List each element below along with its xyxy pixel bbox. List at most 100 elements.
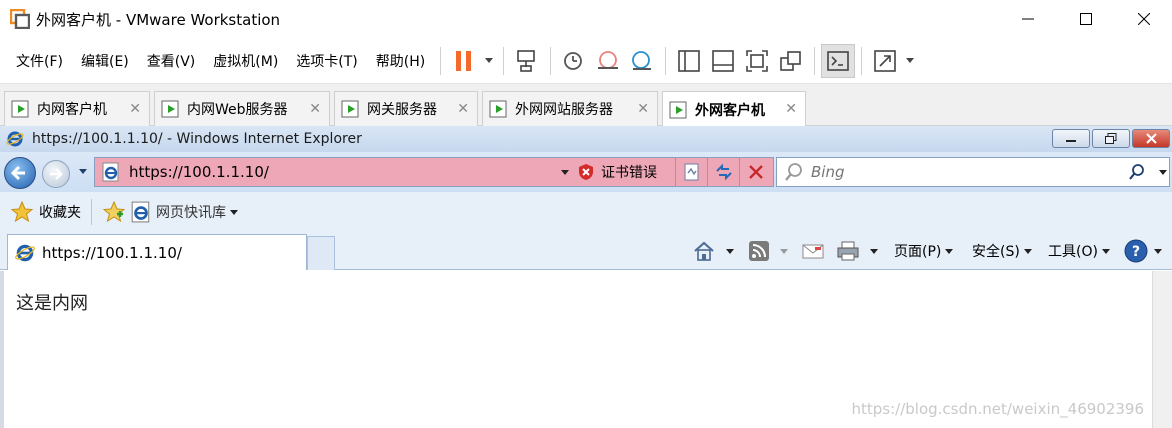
read-mail-button[interactable] xyxy=(802,238,824,264)
thumbnail-bar-button[interactable] xyxy=(706,44,740,78)
toolbar-separator xyxy=(861,46,863,75)
toolbar-separator xyxy=(814,46,816,75)
add-to-favorites-icon[interactable] xyxy=(102,200,126,224)
ie-restore-button[interactable] xyxy=(1092,129,1130,148)
sidebar-layout-icon xyxy=(678,49,701,72)
vm-running-icon xyxy=(341,100,359,118)
console-view-button[interactable] xyxy=(821,43,856,78)
forward-arrow-icon xyxy=(50,168,63,180)
menu-view[interactable]: 查看(V) xyxy=(138,51,205,71)
ie-tab-current[interactable]: https://100.1.1.10/ xyxy=(7,234,307,270)
feeds-button[interactable] xyxy=(748,238,792,264)
favorites-separator xyxy=(91,199,92,225)
search-go-icon[interactable] xyxy=(1127,162,1147,182)
full-screen-button[interactable] xyxy=(740,44,774,78)
help-dropdown-icon[interactable] xyxy=(1154,248,1162,254)
home-dropdown-icon[interactable] xyxy=(726,248,734,254)
printer-icon xyxy=(837,241,859,261)
refresh-button[interactable] xyxy=(707,158,739,186)
vm-tab-extranet-web-server[interactable]: 外网网站服务器 ✕ xyxy=(482,91,658,126)
page-menu-button[interactable]: 页面(P) xyxy=(894,238,957,264)
tools-menu-button[interactable]: 工具(O) xyxy=(1048,238,1114,264)
new-tab-button[interactable] xyxy=(307,236,335,270)
close-icon xyxy=(1138,13,1150,25)
stretch-dropdown-icon[interactable] xyxy=(906,58,915,63)
vm-running-icon xyxy=(11,100,29,118)
search-provider-dropdown-icon[interactable] xyxy=(1159,170,1167,175)
toolbar-separator xyxy=(503,46,505,75)
mail-envelope-icon xyxy=(802,244,824,259)
show-library-button[interactable] xyxy=(672,44,706,78)
search-input[interactable] xyxy=(811,163,1111,181)
feeds-dropdown-icon[interactable] xyxy=(780,248,788,254)
home-button[interactable] xyxy=(692,238,738,264)
close-tab-icon[interactable]: ✕ xyxy=(785,101,797,117)
web-slice-dropdown-icon[interactable] xyxy=(230,209,238,215)
ie-close-button[interactable] xyxy=(1132,129,1170,148)
menu-vm[interactable]: 虚拟机(M) xyxy=(204,51,287,71)
unity-windows-icon xyxy=(780,50,802,71)
ie-tab-title: https://100.1.1.10/ xyxy=(42,243,182,262)
menu-tabs[interactable]: 选项卡(T) xyxy=(287,51,366,71)
watermark-text: https://blog.csdn.net/weixin_46902396 xyxy=(851,400,1144,418)
menu-edit[interactable]: 编辑(E) xyxy=(72,51,138,71)
refresh-icon xyxy=(715,163,732,181)
snapshot-manager-button[interactable] xyxy=(625,44,659,78)
unity-button[interactable] xyxy=(774,44,808,78)
vertical-scrollbar[interactable] xyxy=(1152,271,1172,428)
ie-address-row: https://100.1.1.10/ 证书错误 xyxy=(0,152,1172,192)
toolbar-separator xyxy=(665,46,667,75)
web-slice-gallery-button[interactable]: 网页快讯库 xyxy=(130,201,242,223)
address-bar[interactable]: https://100.1.1.10/ 证书错误 xyxy=(94,157,774,187)
ie-page-icon xyxy=(102,162,119,182)
vm-running-icon xyxy=(161,100,179,118)
back-button[interactable] xyxy=(4,157,36,189)
history-dropdown-icon[interactable] xyxy=(79,169,87,174)
address-dropdown-icon[interactable] xyxy=(561,170,569,175)
ie-logo-icon xyxy=(6,131,24,147)
close-tab-icon[interactable]: ✕ xyxy=(129,101,141,117)
menu-file[interactable]: 文件(F) xyxy=(0,51,72,71)
close-tab-icon[interactable]: ✕ xyxy=(637,101,649,117)
menu-help[interactable]: 帮助(H) xyxy=(367,51,434,71)
help-button[interactable]: ? xyxy=(1124,238,1166,264)
home-icon xyxy=(694,241,714,261)
pause-dropdown-icon[interactable] xyxy=(485,58,494,63)
print-button[interactable] xyxy=(836,238,882,264)
send-ctrl-alt-del-button[interactable] xyxy=(510,44,544,78)
ie-window-title: https://100.1.1.10/ - Windows Internet E… xyxy=(32,131,362,147)
pause-button[interactable] xyxy=(447,44,481,78)
maximize-button[interactable] xyxy=(1058,0,1114,38)
vm-tab-intranet-client[interactable]: 内网客户机 ✕ xyxy=(4,91,150,126)
vm-tab-label: 内网Web服务器 xyxy=(187,102,288,118)
web-slice-label: 网页快讯库 xyxy=(156,205,226,221)
compatibility-page-icon xyxy=(684,163,698,181)
snapshot-button[interactable] xyxy=(557,44,591,78)
maximize-icon xyxy=(1080,13,1092,25)
vm-tab-extranet-client[interactable]: 外网客户机 ✕ xyxy=(662,91,806,127)
restore-icon xyxy=(1105,133,1117,144)
close-tab-icon[interactable]: ✕ xyxy=(457,101,469,117)
vm-tab-intranet-web-server[interactable]: 内网Web服务器 ✕ xyxy=(154,91,330,126)
minimize-button[interactable] xyxy=(1000,0,1056,38)
vm-tab-gateway-server[interactable]: 网关服务器 ✕ xyxy=(334,91,478,126)
certificate-error-button[interactable]: 证书错误 xyxy=(577,158,657,186)
vm-running-icon xyxy=(489,100,507,118)
favorites-button[interactable]: 收藏夹 xyxy=(10,200,81,224)
address-url[interactable]: https://100.1.1.10/ xyxy=(129,163,269,181)
vm-tab-label: 网关服务器 xyxy=(367,102,437,118)
search-box[interactable] xyxy=(776,157,1170,187)
forward-button[interactable] xyxy=(42,160,70,188)
ie-minimize-button[interactable] xyxy=(1052,129,1090,148)
terminal-icon xyxy=(827,50,850,71)
safety-menu-button[interactable]: 安全(S) xyxy=(972,238,1036,264)
print-dropdown-icon[interactable] xyxy=(870,248,878,254)
compatibility-view-button[interactable] xyxy=(675,158,707,186)
stop-button[interactable] xyxy=(739,158,771,186)
close-tab-icon[interactable]: ✕ xyxy=(309,101,321,117)
stretch-guest-button[interactable] xyxy=(868,44,902,78)
revert-snapshot-button[interactable] xyxy=(591,44,625,78)
full-screen-icon xyxy=(746,49,769,72)
ie-tab-row: https://100.1.1.10/ 页面(P) 安全(S) 工具(O) ? xyxy=(0,232,1172,270)
close-button[interactable] xyxy=(1116,0,1172,38)
